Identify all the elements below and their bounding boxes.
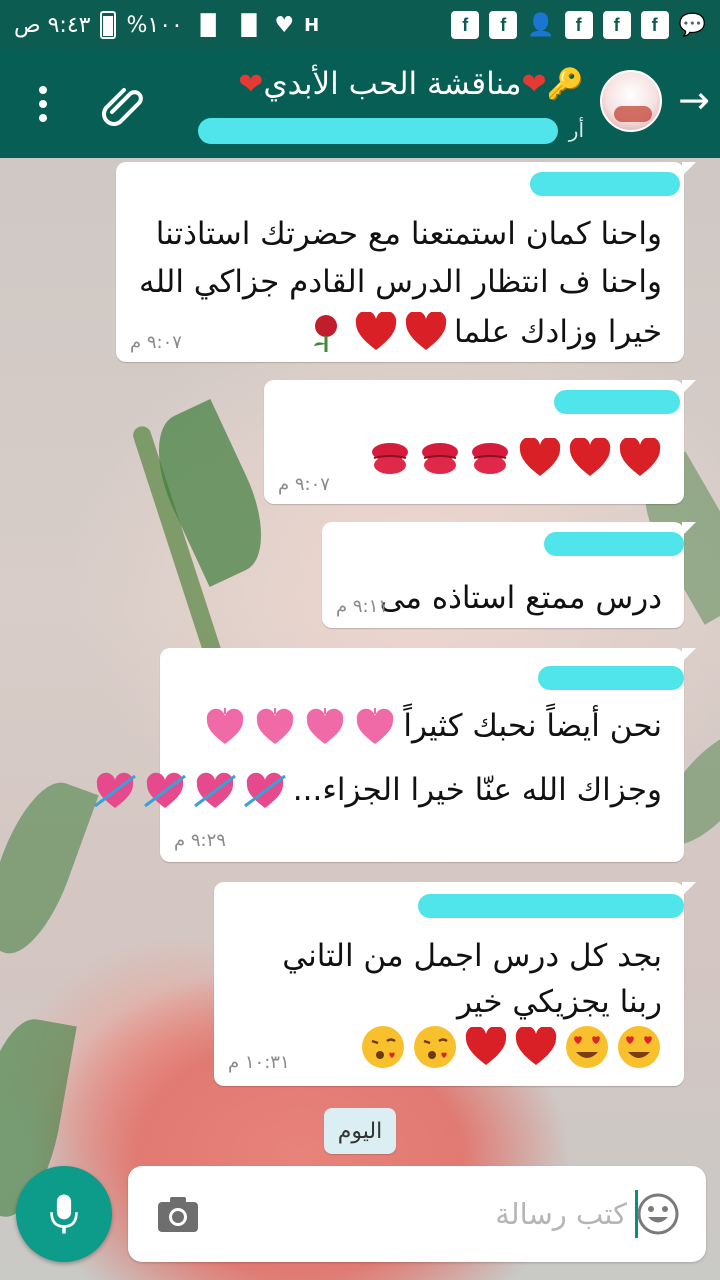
message-input[interactable]	[218, 1190, 638, 1238]
arrow-icon: →	[678, 78, 710, 122]
message-line: نحن أيضاً نحبك كثيراً	[403, 708, 662, 744]
message-line: واحنا ف انتظار الدرس القادم جزاكي الله	[139, 264, 662, 300]
friend-request-icon: 👤	[527, 12, 555, 38]
message-composer	[128, 1166, 706, 1262]
growing-heart-icon	[253, 706, 297, 746]
heart-eyes-icon	[616, 1024, 662, 1070]
sender-name-redaction	[554, 390, 680, 414]
red-heart-icon	[518, 438, 562, 478]
heart-eyes-icon	[564, 1024, 610, 1070]
status-right: f f 👤 f f f 💬	[451, 11, 706, 39]
network-type: H	[304, 14, 320, 36]
status-time: ٩:٤٣ ص	[14, 12, 91, 38]
message-line: وجزاك الله عنّا خيرا الجزاء...	[292, 772, 662, 808]
battery-icon	[100, 11, 117, 39]
message-bubble[interactable]: نحن أيضاً نحبك كثيراً وجزاك الله عنّا خي…	[93, 648, 696, 862]
kiss-mark-icon	[368, 438, 412, 478]
message-bubble[interactable]: بجد كل درس اجمل من التاني ربنا يجزيكي خي…	[214, 882, 696, 1086]
message-bubble[interactable]: ٩:٠٧ م	[264, 380, 696, 504]
back-button[interactable]: →	[678, 78, 710, 122]
voice-record-button[interactable]	[16, 1166, 112, 1262]
message-line: بجد كل درس اجمل من التاني	[282, 938, 662, 974]
message-time: ٩:١١ م	[336, 596, 388, 617]
message-line: ربنا يجزيكي خير	[456, 984, 662, 1020]
facebook-icon: f	[489, 11, 518, 39]
facebook-icon: f	[602, 11, 631, 39]
message-line: درس ممتع استاذه مى	[379, 580, 662, 616]
chat-notification-icon: 💬	[678, 12, 706, 38]
face-blowing-kiss-icon	[412, 1024, 458, 1070]
growing-heart-icon	[303, 706, 347, 746]
chat-header: → 🔑❤مناقشة الحب الأبدي❤ أر	[0, 50, 720, 158]
heart-icon: ❤	[238, 67, 264, 102]
message-line-with-emojis: نحن أيضاً نحبك كثيراً	[203, 702, 662, 750]
red-heart-icon	[404, 312, 448, 352]
message-time: ٩:٢٩ م	[174, 830, 226, 851]
heart-with-arrow-icon	[243, 770, 287, 810]
notification-heart-icon: ♥	[274, 12, 295, 38]
attach-button[interactable]	[100, 82, 148, 126]
group-avatar[interactable]	[600, 70, 662, 132]
date-divider: اليوم	[324, 1108, 396, 1154]
emoji-message	[368, 438, 662, 478]
sender-name-redaction	[538, 666, 684, 690]
rose-icon	[304, 312, 348, 352]
subtitle-redaction	[198, 118, 558, 144]
red-heart-icon	[464, 1027, 508, 1067]
facebook-icon: f	[451, 11, 480, 39]
heart-with-arrow-icon	[193, 770, 237, 810]
face-blowing-kiss-icon	[360, 1024, 406, 1070]
emoji-message	[360, 1024, 662, 1070]
more-vert-dot	[39, 114, 47, 122]
camera-icon	[158, 1197, 198, 1232]
message-time: ٩:٠٧ م	[130, 332, 182, 353]
heart-icon: ❤	[521, 67, 547, 102]
message-line-with-emojis: وجزاك الله عنّا خيرا الجزاء...	[93, 766, 662, 814]
red-heart-icon	[618, 438, 662, 478]
red-heart-icon	[514, 1027, 558, 1067]
paperclip-icon	[102, 88, 143, 126]
smiley-icon	[637, 1193, 679, 1235]
key-icon: 🔑	[546, 67, 584, 102]
message-line: واحنا كمان استمتعنا مع حضرتك استاذتنا	[155, 216, 662, 252]
message-time: ٩:٠٧ م	[278, 474, 330, 495]
message-time: ١٠:٣١ م	[228, 1052, 290, 1073]
sender-name-redaction	[418, 894, 684, 918]
camera-button[interactable]	[156, 1194, 200, 1234]
more-options-button[interactable]	[36, 86, 50, 126]
message-bubble[interactable]: درس ممتع استاذه مى ٩:١١ م	[322, 522, 696, 628]
heart-with-arrow-icon	[93, 770, 137, 810]
growing-heart-icon	[203, 706, 247, 746]
group-title: مناقشة الحب الأبدي	[263, 66, 522, 102]
message-line: خيرا وزادك علما	[454, 314, 662, 350]
more-vert-icon	[39, 86, 47, 94]
message-bubble[interactable]: واحنا كمان استمتعنا مع حضرتك استاذتنا وا…	[116, 162, 696, 362]
red-heart-icon	[568, 438, 612, 478]
heart-with-arrow-icon	[143, 770, 187, 810]
microphone-icon	[50, 1194, 78, 1234]
status-left: ٩:٤٣ ص %١٠٠ ▐▌ ▐▌ ♥ H	[14, 11, 319, 39]
status-bar: ٩:٤٣ ص %١٠٠ ▐▌ ▐▌ ♥ H f f 👤 f f f 💬	[0, 0, 720, 50]
emoji-button[interactable]	[636, 1192, 680, 1236]
signal-icon-2: ▐▌	[233, 13, 265, 37]
kiss-mark-icon	[468, 438, 512, 478]
facebook-icon: f	[564, 11, 593, 39]
kiss-mark-icon	[418, 438, 462, 478]
red-heart-icon	[354, 312, 398, 352]
subtitle-prefix: أر	[568, 118, 584, 142]
message-line-with-emojis: خيرا وزادك علما	[304, 308, 662, 356]
sender-name-redaction	[530, 172, 680, 196]
group-title-row[interactable]: 🔑❤مناقشة الحب الأبدي❤	[144, 66, 584, 102]
sender-name-redaction	[544, 532, 684, 556]
growing-heart-icon	[353, 706, 397, 746]
group-subtitle[interactable]: أر	[144, 116, 584, 144]
battery-level: %١٠٠	[126, 12, 183, 38]
signal-icon: ▐▌	[192, 13, 224, 37]
facebook-icon: f	[640, 11, 669, 39]
more-vert-dot	[39, 100, 47, 108]
